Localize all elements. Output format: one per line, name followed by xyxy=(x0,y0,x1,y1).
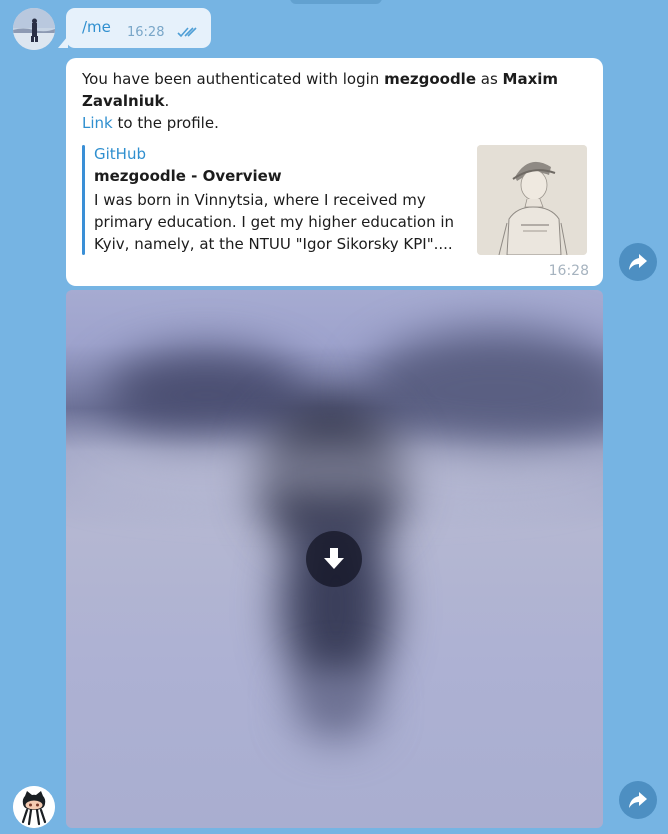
sketch-portrait-image xyxy=(477,145,587,255)
link-preview[interactable]: GitHub mezgoodle - Overview I was born i… xyxy=(82,145,587,255)
user-avatar[interactable] xyxy=(13,8,55,50)
download-arrow-icon xyxy=(324,548,344,569)
preview-description: I was born in Vinnytsia, where I receive… xyxy=(94,191,455,253)
preview-site-name: GitHub xyxy=(94,145,146,163)
auth-message-time: 16:28 xyxy=(548,263,589,279)
blurred-photo-message[interactable] xyxy=(66,290,603,828)
preview-accent-bar xyxy=(82,145,85,255)
auth-text-period: . xyxy=(164,92,170,110)
share-arrow-icon xyxy=(629,254,647,270)
outgoing-message-time: 16:28 xyxy=(127,25,165,40)
photo-blur-shape xyxy=(296,670,376,740)
bot-avatar[interactable] xyxy=(13,786,55,828)
auth-text-as: as xyxy=(476,70,503,88)
auth-text-prefix: You have been authenticated with login xyxy=(82,70,385,88)
link-suffix: to the profile. xyxy=(112,114,219,132)
profile-link[interactable]: Link xyxy=(82,114,113,132)
share-button[interactable] xyxy=(619,243,657,281)
auth-login: mezgoodle xyxy=(384,70,476,88)
double-check-icon xyxy=(177,27,197,38)
share-button[interactable] xyxy=(619,781,657,819)
date-pill xyxy=(290,0,382,4)
auth-message[interactable]: You have been authenticated with login m… xyxy=(66,58,603,286)
preview-title: mezgoodle - Overview xyxy=(94,167,282,185)
outgoing-message[interactable]: /me 16:28 xyxy=(58,8,211,48)
bubble-tail xyxy=(58,36,68,48)
share-arrow-icon xyxy=(629,792,647,808)
outgoing-message-text: /me xyxy=(82,18,111,36)
photo-blur-shape xyxy=(366,330,603,450)
github-octocat-icon xyxy=(13,786,55,828)
preview-thumbnail[interactable] xyxy=(477,145,587,255)
user-avatar-photo xyxy=(13,8,55,50)
photo-blur-shape xyxy=(66,440,603,500)
download-button[interactable] xyxy=(306,531,362,587)
auth-message-body: You have been authenticated with login m… xyxy=(82,68,582,134)
